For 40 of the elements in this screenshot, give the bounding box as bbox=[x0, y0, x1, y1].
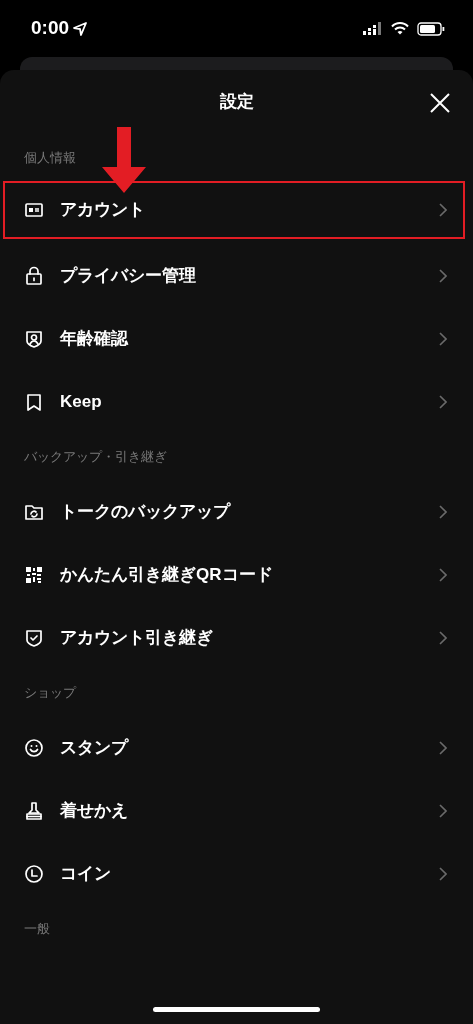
bookmark-icon bbox=[24, 391, 44, 412]
section-header: 個人情報 bbox=[24, 150, 76, 165]
wifi-icon bbox=[391, 22, 409, 35]
chevron-icon bbox=[439, 740, 447, 755]
chevron-icon bbox=[439, 268, 447, 283]
chevron-icon bbox=[439, 803, 447, 818]
chevron-icon bbox=[439, 567, 447, 582]
section-header: ショップ bbox=[24, 685, 76, 700]
lock-icon bbox=[24, 265, 44, 286]
chevron-icon bbox=[439, 630, 447, 645]
sheet-title: 設定 bbox=[219, 91, 254, 114]
smiley-icon bbox=[24, 737, 44, 758]
settings-row[interactable]: コイン bbox=[3, 842, 465, 905]
settings-row[interactable]: アカウント bbox=[3, 181, 465, 239]
brush-icon bbox=[24, 800, 44, 821]
chevron-icon bbox=[439, 331, 447, 346]
chevron-icon bbox=[439, 394, 447, 409]
chevron-icon bbox=[439, 504, 447, 519]
settings-row[interactable]: プライバシー管理 bbox=[3, 244, 465, 307]
status-time: 0:00 bbox=[31, 16, 70, 41]
settings-row[interactable]: アカウント引き継ぎ bbox=[3, 606, 465, 669]
chevron-icon bbox=[439, 203, 447, 217]
settings-row[interactable]: 着せかえ bbox=[3, 779, 465, 842]
id-card-icon bbox=[24, 200, 44, 220]
battery-icon bbox=[417, 21, 445, 36]
close-button[interactable] bbox=[429, 92, 451, 114]
arrow-icon bbox=[102, 127, 146, 193]
shield-person-icon bbox=[24, 328, 44, 349]
settings-row[interactable]: 年齢確認 bbox=[3, 307, 465, 370]
settings-row[interactable]: かんたん引き継ぎQRコード bbox=[3, 543, 465, 606]
section-header: バックアップ・引き継ぎ bbox=[24, 449, 167, 464]
settings-row[interactable]: Keep bbox=[3, 370, 465, 433]
settings-row[interactable]: トークのバックアップ bbox=[3, 480, 465, 543]
clock-icon bbox=[24, 863, 44, 884]
location-icon bbox=[73, 21, 88, 36]
shield-check-icon bbox=[24, 627, 44, 648]
chevron-icon bbox=[439, 866, 447, 881]
signal-icon bbox=[363, 22, 383, 35]
settings-row[interactable]: スタンプ bbox=[3, 716, 465, 779]
qr-code-icon bbox=[24, 564, 44, 585]
